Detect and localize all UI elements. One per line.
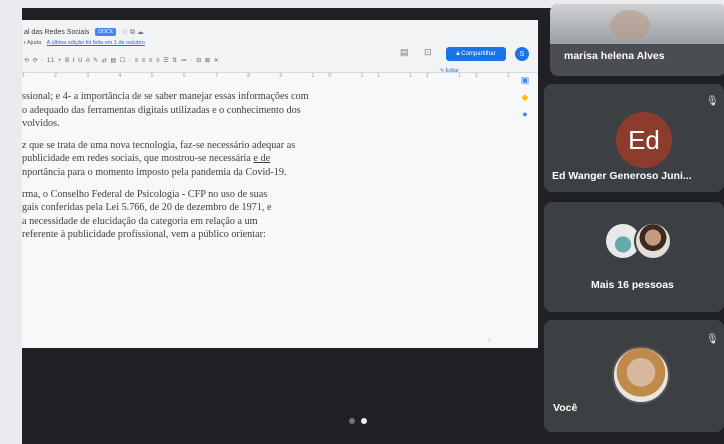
doc-line: o adequado das ferramentas digitais util… xyxy=(22,104,301,116)
doc-header: al das Redes Sociais DOCX ☆ ⧉ ☁ r Ajuda … xyxy=(22,20,538,74)
tasks-icon[interactable]: ● xyxy=(517,109,533,119)
doc-line: a necessidade de elucidação da categoria… xyxy=(22,215,258,227)
mic-off-icon: 🎙︎ xyxy=(706,96,719,107)
doc-line: referente à publicidade profissional, ve… xyxy=(22,229,266,241)
participant-name: marisa helena Alves xyxy=(564,50,665,62)
participant-name: Você xyxy=(553,402,578,414)
doc-line: nportância para o momento imposto pela p… xyxy=(22,166,287,178)
doc-format-badge: DOCX xyxy=(95,28,116,37)
account-avatar[interactable]: S xyxy=(515,47,529,61)
participant-tile-ed[interactable]: 🎙︎ Ed Ed Wanger Generoso Juni... xyxy=(544,84,724,192)
avatar xyxy=(634,222,672,260)
doc-line: volvidos. xyxy=(22,118,60,130)
last-edit-link[interactable]: A última edição foi feita em 1 de outubr… xyxy=(47,40,145,46)
doc-side-panel: ▣ ◆ ● xyxy=(517,75,533,125)
present-icon[interactable]: ⊡ xyxy=(424,47,432,58)
participant-name: Ed Wanger Generoso Juni... xyxy=(552,170,692,182)
share-button[interactable]: 🔒︎ Compartilhar xyxy=(446,47,506,61)
pager-dot[interactable] xyxy=(349,418,355,424)
doc-menu-bar: r Ajuda A última edição foi feita em 1 d… xyxy=(24,40,145,46)
avatar: Ed xyxy=(616,112,672,168)
participant-tile-self[interactable]: 🎙︎ Você xyxy=(544,320,724,432)
page-end-icon: ▫ xyxy=(488,336,491,345)
mic-off-icon: 🎙︎ xyxy=(706,334,719,345)
doc-toolbar[interactable]: ⟲ ⟳ · 11 + B I U A ✎ ⇄ ▤ ☐ · ≡ ≡ ≡ ≡ ☰ ⇅… xyxy=(24,57,220,64)
shared-screen-document: al das Redes Sociais DOCX ☆ ⧉ ☁ r Ajuda … xyxy=(22,20,538,348)
calendar-icon[interactable]: ▣ xyxy=(517,75,533,86)
camera-feed xyxy=(550,4,724,44)
doc-body[interactable]: ssional; e 4- a importância de se saber … xyxy=(22,90,424,250)
doc-line: z que se trata de uma nova tecnologia, f… xyxy=(22,139,296,151)
participant-name: Mais 16 pessoas xyxy=(591,279,674,291)
menu-item-help[interactable]: r Ajuda xyxy=(24,40,41,46)
participant-tile-marisa[interactable]: marisa helena Alves xyxy=(550,4,724,76)
pager-dot-active[interactable] xyxy=(361,418,367,424)
lock-icon: 🔒︎ xyxy=(456,50,460,57)
keep-icon[interactable]: ◆ xyxy=(517,92,533,103)
doc-line: rma, o Conselho Federal de Psicologia - … xyxy=(22,188,268,200)
doc-title[interactable]: al das Redes Sociais xyxy=(24,29,89,36)
star-move-cloud-icon[interactable]: ☆ ⧉ ☁ xyxy=(122,29,144,36)
doc-line: ssional; e 4- a importância de se saber … xyxy=(22,91,309,102)
doc-line: publicidade em redes sociais, que mostro… xyxy=(22,153,254,165)
doc-line: gais conferidas pela Lei 5.766, de 20 de… xyxy=(22,202,272,214)
share-label: Compartilhar xyxy=(461,51,496,57)
doc-underlined-text: e de xyxy=(253,153,271,165)
participant-tile-others[interactable]: Mais 16 pessoas xyxy=(544,202,724,312)
window-frame-left xyxy=(0,0,22,444)
doc-paragraph: rma, o Conselho Federal de Psicologia - … xyxy=(22,188,424,242)
doc-ruler: 1 2 3 4 5 6 7 8 9 10 11 12 13 14 xyxy=(22,73,522,79)
comment-icon[interactable]: ▤ xyxy=(400,47,409,58)
camera-face xyxy=(610,10,650,40)
doc-paragraph: z que se trata de uma nova tecnologia, f… xyxy=(22,139,424,180)
doc-paragraph: ssional; e 4- a importância de se saber … xyxy=(22,90,424,131)
doc-title-row: al das Redes Sociais DOCX ☆ ⧉ ☁ xyxy=(24,28,144,37)
avatar xyxy=(612,346,670,404)
